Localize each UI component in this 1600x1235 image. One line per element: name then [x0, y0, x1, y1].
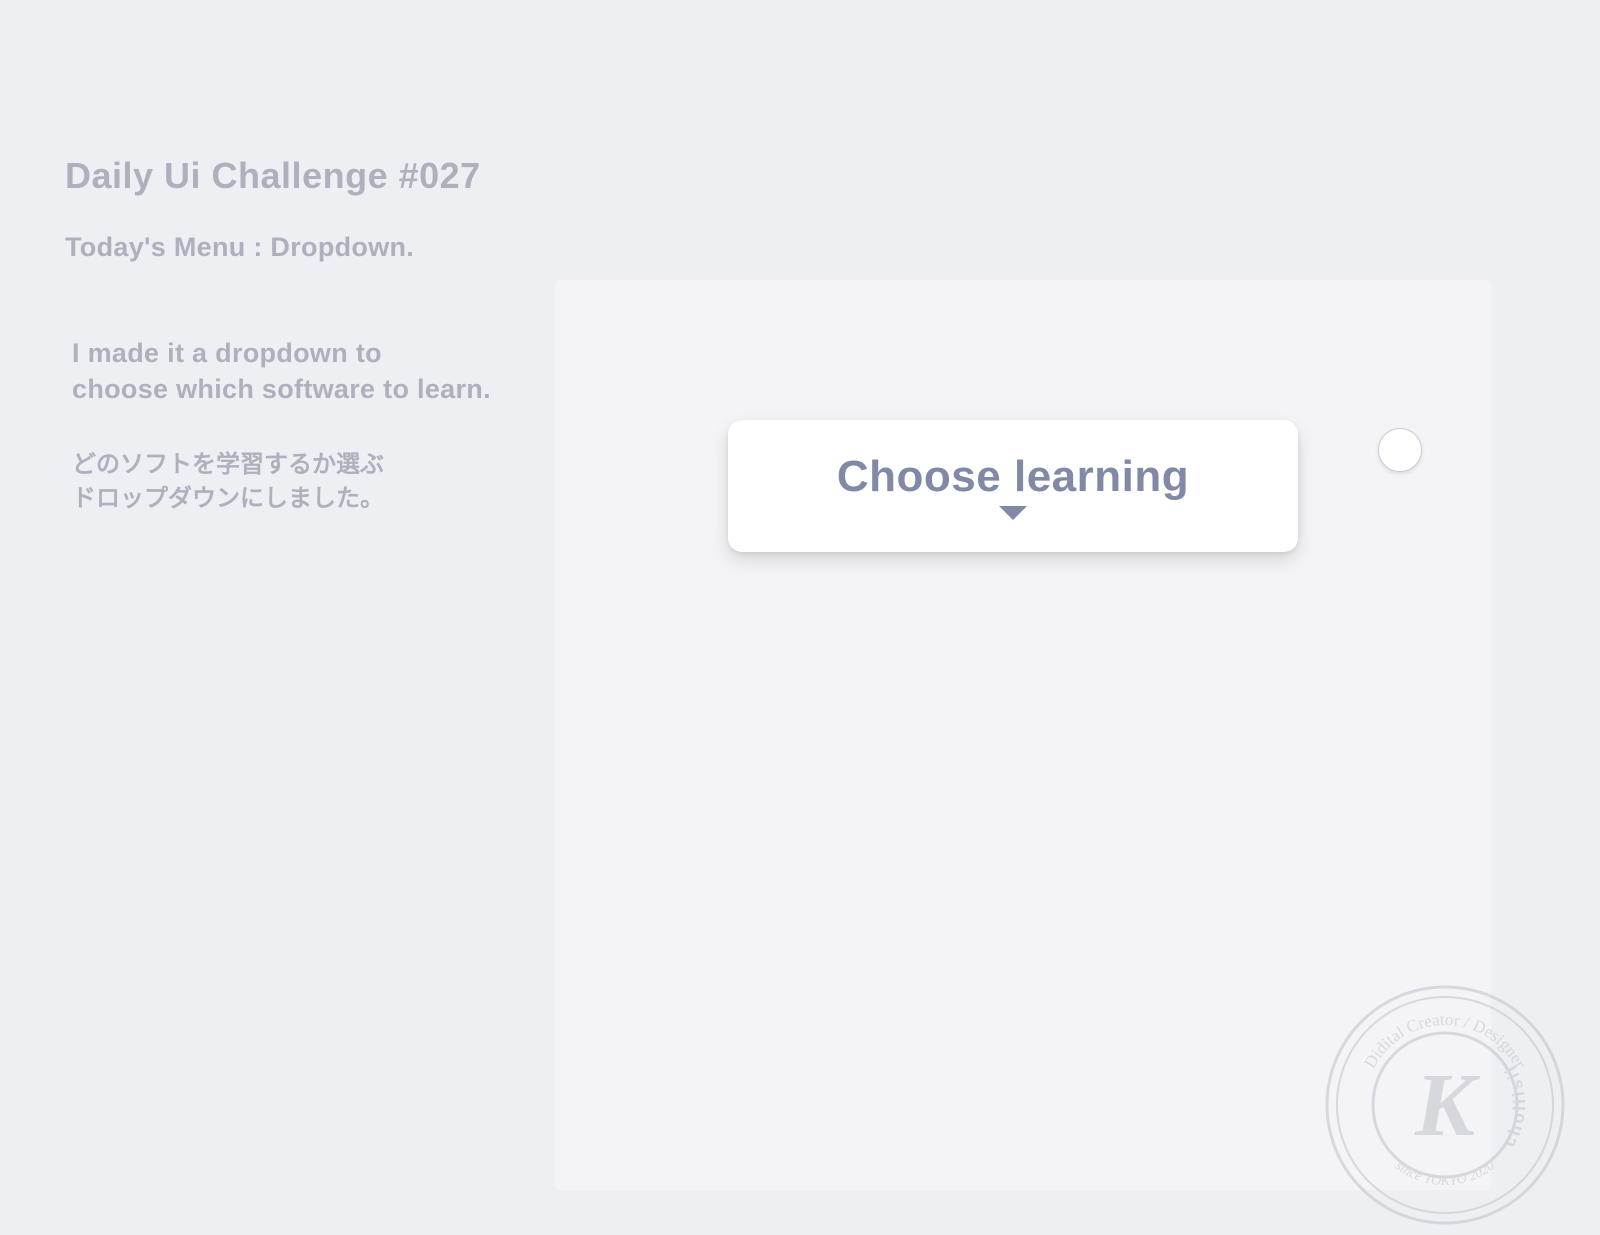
- dropdown-label: Choose learning: [837, 452, 1189, 502]
- page-title: Daily Ui Challenge #027: [65, 155, 481, 197]
- svg-text:since TOKYO 2020: since TOKYO 2020: [1392, 1158, 1497, 1189]
- stamp-side-text: choliisii: [1500, 1060, 1530, 1150]
- description-japanese: どのソフトを学習するか選ぶ ドロップダウンにしました。: [72, 448, 384, 515]
- cursor-indicator: [1378, 428, 1422, 472]
- chevron-down-icon: [999, 506, 1027, 520]
- description-japanese-line: どのソフトを学習するか選ぶ: [72, 448, 384, 482]
- description-english: I made it a dropdown to choose which sof…: [72, 335, 491, 408]
- description-japanese-line: ドロップダウンにしました。: [72, 482, 384, 516]
- stamp-letter: K: [1414, 1056, 1481, 1155]
- svg-text:choliisii: choliisii: [1500, 1060, 1530, 1150]
- creator-stamp: Didital Creator / Designer since TOKYO 2…: [1320, 980, 1570, 1230]
- page-subtitle: Today's Menu : Dropdown.: [65, 232, 414, 263]
- stamp-bottom-text: since TOKYO 2020: [1392, 1158, 1497, 1189]
- dropdown-trigger[interactable]: Choose learning: [728, 420, 1298, 552]
